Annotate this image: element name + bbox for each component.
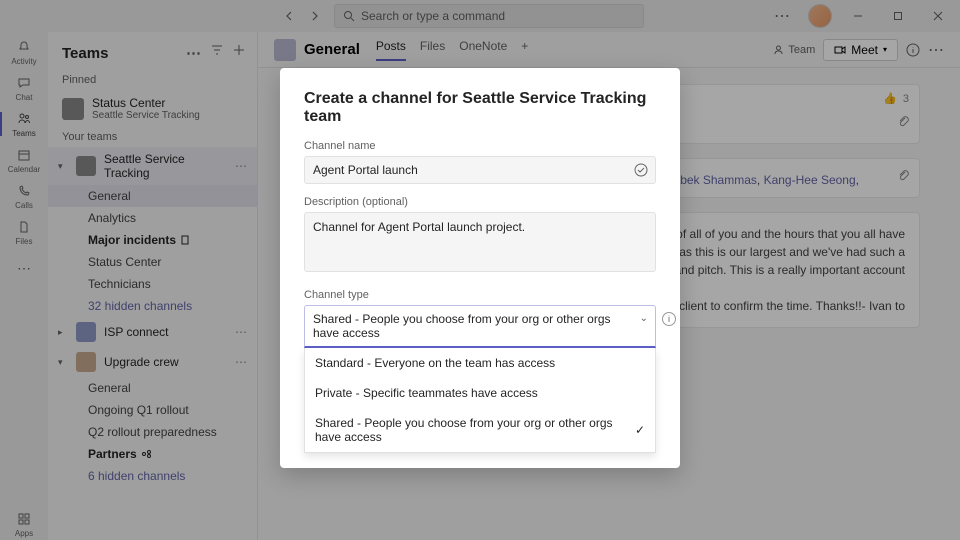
description-label: Description (optional) — [304, 196, 656, 208]
channel-name-label: Channel name — [304, 140, 656, 152]
select-value: Shared - People you choose from your org… — [304, 305, 656, 348]
dropdown-option-private[interactable]: Private - Specific teammates have access — [305, 378, 655, 408]
chevron-down-icon: ⌄ — [640, 313, 648, 324]
channel-type-select[interactable]: Shared - People you choose from your org… — [304, 305, 656, 348]
description-input[interactable] — [304, 212, 656, 272]
info-icon[interactable]: i — [662, 312, 676, 326]
create-channel-modal: Create a channel for Seattle Service Tra… — [280, 68, 680, 468]
check-circle-icon — [634, 163, 648, 177]
channel-type-dropdown: Standard - Everyone on the team has acce… — [304, 348, 656, 453]
check-icon: ✓ — [635, 423, 645, 437]
modal-overlay[interactable]: Create a channel for Seattle Service Tra… — [0, 0, 960, 540]
channel-name-input[interactable] — [304, 156, 656, 184]
modal-title: Create a channel for Seattle Service Tra… — [304, 90, 656, 126]
channel-type-label: Channel type — [304, 289, 656, 301]
dropdown-option-standard[interactable]: Standard - Everyone on the team has acce… — [305, 348, 655, 378]
dropdown-option-shared[interactable]: Shared - People you choose from your org… — [305, 408, 655, 452]
